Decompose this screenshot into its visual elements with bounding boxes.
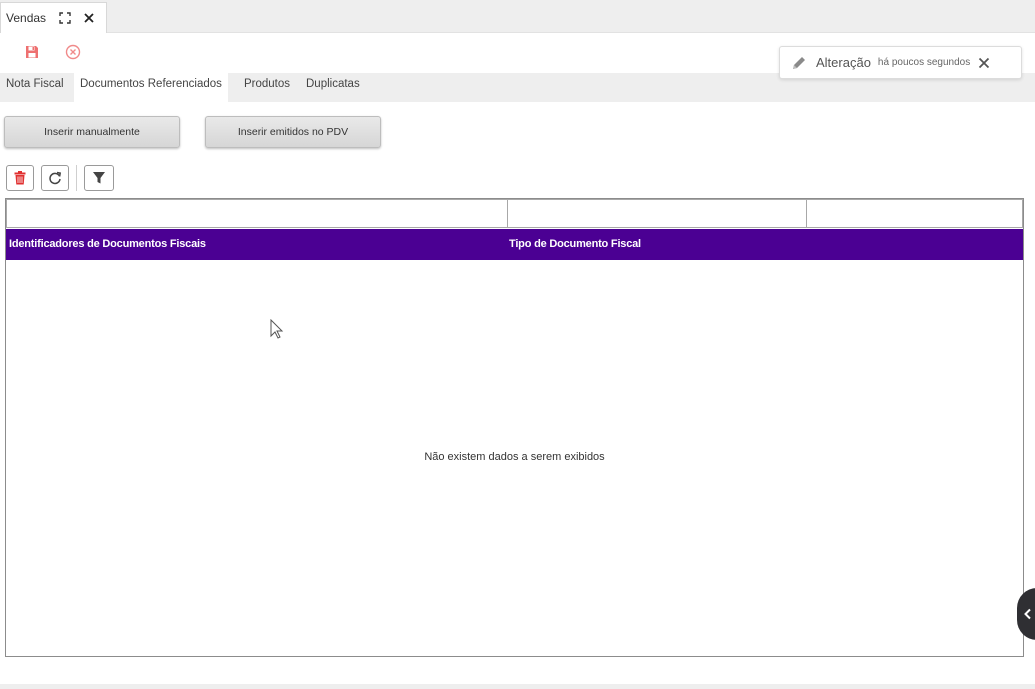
- cancel-circle-icon: [65, 44, 81, 60]
- filter-input-extra[interactable]: [806, 199, 1023, 228]
- grid-header: Identificadores de Documentos Fiscais Ti…: [6, 229, 1023, 260]
- close-icon[interactable]: [82, 11, 96, 25]
- tab-duplicatas[interactable]: Duplicatas: [300, 73, 366, 102]
- column-header-identificadores[interactable]: Identificadores de Documentos Fiscais: [9, 229, 206, 260]
- close-icon[interactable]: [978, 57, 990, 69]
- window-tab-strip: Vendas: [0, 0, 1035, 33]
- change-notification: Alteração há poucos segundos: [779, 46, 1022, 79]
- expand-icon[interactable]: [58, 11, 72, 25]
- delete-button[interactable]: [6, 165, 34, 191]
- insert-manual-button[interactable]: Inserir manualmente: [4, 116, 180, 148]
- window-tab-title: Vendas: [6, 11, 47, 25]
- mouse-cursor-icon: [270, 319, 284, 339]
- insert-pdv-button[interactable]: Inserir emitidos no PDV: [205, 116, 381, 148]
- tab-produtos[interactable]: Produtos: [238, 73, 296, 102]
- funnel-icon: [93, 172, 105, 184]
- cancel-button[interactable]: [63, 42, 83, 62]
- column-header-tipo[interactable]: Tipo de Documento Fiscal: [509, 229, 641, 260]
- tab-nota-fiscal[interactable]: Nota Fiscal: [0, 73, 70, 102]
- documents-grid: Identificadores de Documentos Fiscais Ti…: [5, 198, 1024, 657]
- footer-strip: [0, 684, 1035, 689]
- pencil-icon: [793, 56, 805, 69]
- filter-button[interactable]: [84, 165, 114, 191]
- empty-grid-message: Não existem dados a serem exibidos: [424, 451, 605, 463]
- save-button[interactable]: [22, 42, 42, 62]
- trash-icon: [14, 171, 26, 185]
- window-tab-vendas[interactable]: Vendas: [0, 2, 107, 33]
- refresh-icon: [49, 171, 62, 185]
- documents-panel: Inserir manualmente Inserir emitidos no …: [0, 102, 1035, 684]
- refresh-button[interactable]: [41, 165, 69, 191]
- chevron-left-icon: [1024, 608, 1031, 620]
- tab-documentos-referenciados[interactable]: Documentos Referenciados: [74, 73, 228, 103]
- grid-filter-row: [6, 199, 1023, 229]
- filter-input-identificadores[interactable]: [6, 199, 508, 228]
- toolbar-separator: [76, 165, 77, 191]
- floppy-disk-icon: [26, 46, 38, 58]
- notification-time: há poucos segundos: [877, 57, 971, 68]
- filter-input-tipo[interactable]: [507, 199, 807, 228]
- notification-title: Alteração: [816, 55, 871, 70]
